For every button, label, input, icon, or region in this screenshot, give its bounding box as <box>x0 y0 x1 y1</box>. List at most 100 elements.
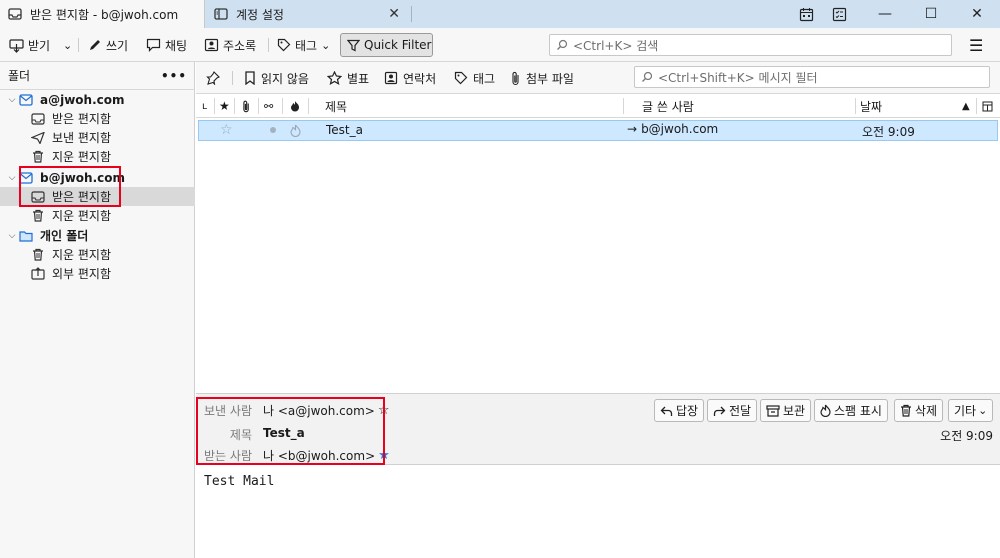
get-messages-label: 받기 <box>28 38 51 53</box>
folder-label: 개인 폴더 <box>40 229 89 243</box>
delete-button[interactable]: 삭제 <box>894 399 944 422</box>
chevron-down-icon[interactable]: ⌵ <box>6 95 18 105</box>
quick-filter-button[interactable]: Quick Filter <box>340 33 433 57</box>
folder-pane-header: 폴더 ••• <box>0 62 195 90</box>
folder-a-sent[interactable]: 보낸 편지함 <box>0 128 195 147</box>
starred-label: 별표 <box>347 71 370 86</box>
toolbar-divider <box>78 38 79 52</box>
date-column-label: 날짜 <box>860 99 883 114</box>
tab-divider <box>411 6 412 22</box>
junk-status-icon[interactable] <box>290 124 301 140</box>
folder-account-a[interactable]: ⌵ a@jwoh.com <box>0 90 195 109</box>
correspondent-label: b@jwoh.com <box>641 122 719 136</box>
message-row[interactable]: ☆ Test_a → b@jwoh.com 오전 9:09 <box>198 120 998 141</box>
archive-label: 보관 <box>783 404 806 418</box>
send-icon <box>30 130 46 146</box>
forward-label: 전달 <box>729 404 752 418</box>
date-column-header[interactable]: 날짜 <box>860 94 882 118</box>
folder-local-outbox[interactable]: 외부 편지함 <box>0 264 195 283</box>
chat-label: 채팅 <box>165 38 188 53</box>
search-icon <box>642 71 653 82</box>
close-window-icon[interactable]: ✕ <box>954 0 1000 28</box>
unread-filter-button[interactable]: 읽지 않음 <box>244 66 309 90</box>
folder-label: 보낸 편지함 <box>52 131 112 145</box>
minimize-icon[interactable]: — <box>862 0 908 28</box>
get-messages-button[interactable]: 받기 <box>9 33 50 57</box>
folder-local[interactable]: ⌵ 개인 폴더 <box>0 226 195 245</box>
write-button[interactable]: 쓰기 <box>88 33 128 57</box>
tag-filter-button[interactable]: 태그 <box>454 66 495 90</box>
filter-icon <box>347 39 360 51</box>
message-date: 오전 9:09 <box>862 125 915 139</box>
message-correspondent: → b@jwoh.com <box>627 122 718 136</box>
subject-column-header[interactable]: 제목 <box>325 94 347 118</box>
contact-filter-button[interactable]: 연락처 <box>384 66 436 90</box>
inbox-icon <box>30 111 46 127</box>
sort-ascending-icon[interactable]: ▲ <box>962 94 970 118</box>
chat-icon <box>146 38 161 52</box>
junk-column-icon[interactable] <box>290 94 300 118</box>
forward-button[interactable]: 전달 <box>707 399 758 422</box>
highlight-box-account-b <box>19 166 121 207</box>
message-filter-input[interactable]: <Ctrl+Shift+K> 메시지 필터 <box>634 66 990 88</box>
calendar-icon[interactable] <box>797 5 815 23</box>
maximize-icon[interactable]: ☐ <box>908 0 954 28</box>
folder-b-trash[interactable]: 지운 편지함 <box>0 206 195 225</box>
tab-account-settings[interactable]: 계정 설정 ✕ <box>206 0 410 28</box>
paperclip-icon <box>512 71 519 85</box>
title-bar: 받은 편지함 - b@jwoh.com 계정 설정 ✕ — ☐ ✕ <box>0 0 1000 28</box>
tag-filter-label: 태그 <box>473 71 496 86</box>
folder-label: 외부 편지함 <box>52 267 112 281</box>
archive-button[interactable]: 보관 <box>760 399 812 422</box>
chevron-down-icon[interactable]: ⌵ <box>6 173 18 183</box>
address-book-label: 주소록 <box>223 38 257 53</box>
reply-button[interactable]: 답장 <box>654 399 705 422</box>
reply-icon <box>660 406 673 416</box>
inbox-icon <box>8 7 22 21</box>
star-outline-icon[interactable]: ☆ <box>220 122 233 138</box>
junk-button[interactable]: 스팸 표시 <box>814 399 888 422</box>
folder-local-trash[interactable]: 지운 편지함 <box>0 245 195 264</box>
pin-icon <box>206 71 220 85</box>
tag-button[interactable]: 태그 ⌄ <box>277 33 330 57</box>
more-actions-button[interactable]: 기타 ⌄ <box>948 399 994 422</box>
pin-button[interactable] <box>206 66 225 90</box>
tag-icon <box>454 71 468 85</box>
star-column-icon[interactable]: ★ <box>219 94 230 118</box>
folder-a-trash[interactable]: 지운 편지함 <box>0 147 195 166</box>
outbox-icon <box>30 266 46 282</box>
highlight-box-header <box>196 397 385 465</box>
tab-inbox[interactable]: 받은 편지함 - b@jwoh.com <box>0 0 205 28</box>
toolbar-divider <box>268 38 269 52</box>
global-search-input[interactable]: <Ctrl+K> 검색 <box>549 34 952 56</box>
message-body-text: Test Mail <box>204 474 275 489</box>
author-column-header[interactable]: 글 쓴 사람 <box>642 94 694 118</box>
folder-pane-title: 폴더 <box>8 69 31 83</box>
read-status-column-icon[interactable]: ⚯ <box>264 94 273 118</box>
tag-icon <box>277 38 291 52</box>
chevron-down-icon[interactable]: ⌵ <box>6 231 18 241</box>
folder-pane-menu-icon[interactable]: ••• <box>161 69 187 83</box>
close-tab-icon[interactable]: ✕ <box>388 6 400 22</box>
more-actions-label: 기타 <box>954 404 977 418</box>
starred-filter-button[interactable]: 별표 <box>327 66 369 90</box>
folder-a-inbox[interactable]: 받은 편지함 <box>0 109 195 128</box>
arrow-right-icon: → <box>627 122 638 136</box>
subject-column-label: 제목 <box>325 99 348 114</box>
folder-label: 받은 편지함 <box>52 112 112 126</box>
tag-label: 태그 <box>295 38 318 53</box>
message-header-pane: 보낸 사람 나 <a@jwoh.com> ☆ 제목 Test_a 받는 사람 나… <box>196 393 1000 465</box>
write-label: 쓰기 <box>106 38 129 53</box>
address-book-button[interactable]: 주소록 <box>204 33 256 57</box>
column-picker-icon[interactable] <box>982 94 993 118</box>
app-menu-icon[interactable]: ☰ <box>969 33 983 57</box>
message-list-header: ʟ ★ ⚯ 제목 글 쓴 사람 날짜 ▲ <box>196 94 1000 118</box>
get-messages-dropdown[interactable]: ⌄ <box>63 33 72 57</box>
tasks-icon[interactable] <box>830 5 848 23</box>
chat-button[interactable]: 채팅 <box>146 33 187 57</box>
read-dot-icon[interactable] <box>270 127 276 133</box>
attachment-filter-button[interactable]: 첨부 파일 <box>511 66 574 90</box>
attachment-column-icon[interactable] <box>242 94 251 118</box>
thread-column-icon[interactable]: ʟ <box>202 94 207 118</box>
trash-icon <box>30 149 46 165</box>
